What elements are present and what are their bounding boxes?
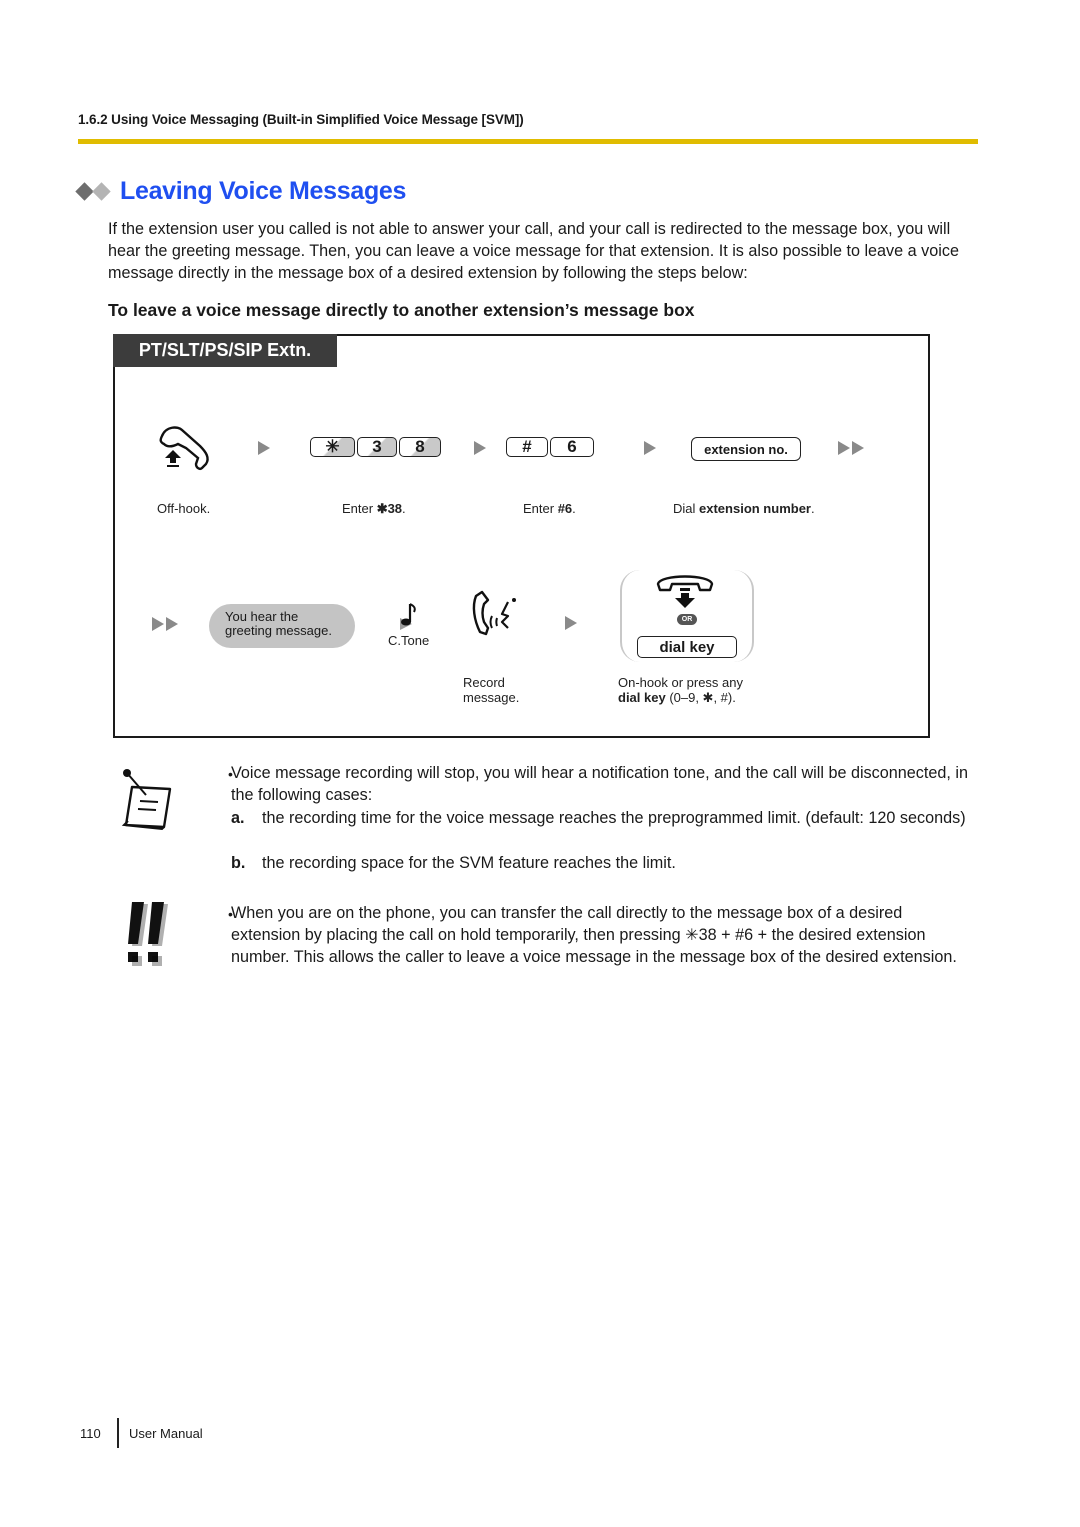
note1-item-b: b. the recording space for the SVM featu… [231,852,971,874]
footer-label: User Manual [129,1426,203,1441]
memo-note-icon [121,769,172,831]
caption-bold: ✱38 [376,501,403,516]
page-number: 110 [80,1426,101,1441]
key-sequence-star38: ✳ 3 8 [310,437,441,457]
caption-record-message: Record message. [463,675,519,705]
procedure-box [113,334,930,738]
caption-bold: #6 [557,501,573,516]
bubble-line: greeting message. [225,623,332,638]
item-marker: a. [231,809,245,827]
caption-line: message. [463,690,520,705]
caption-dial-extension: Dial extension number. [673,501,815,516]
key-8: 8 [399,437,441,457]
next-arrow-icon [474,441,486,455]
key-star: ✳ [310,437,355,457]
caption-line: dial key (0–9, ✱, #). [618,690,743,705]
caption-text: . [572,501,576,516]
key-hash: # [506,437,548,457]
section-title-row: Leaving Voice Messages [75,177,407,206]
section-title: Leaving Voice Messages [120,177,407,205]
caption-bold: dial key [618,690,666,705]
caption-line: On-hook or press any [618,675,744,690]
item-marker: b. [231,854,246,872]
continue-arrow-icon [838,441,864,455]
on-hook-handset-icon [656,575,714,608]
caption-bold: extension number [699,501,811,516]
footer-divider [117,1418,119,1448]
subheading: To leave a voice message directly to ano… [108,300,695,320]
talking-handset-icon [472,590,516,636]
bubble-line: You hear the [225,609,299,624]
procedure-tab: PT/SLT/PS/SIP Extn. [113,334,337,367]
caption-text: Enter [342,501,377,516]
intro-paragraph: If the extension user you called is not … [108,220,959,282]
key-6: 6 [550,437,594,457]
diamonds-icon [75,182,112,201]
caption-line: Record [463,675,505,690]
off-hook-handset-icon [159,426,209,470]
key-sequence-hash6: # 6 [506,437,594,457]
next-arrow-icon [565,616,577,630]
running-head: 1.6.2 Using Voice Messaging (Built-in Si… [78,112,524,127]
next-arrow-icon [258,441,270,455]
greeting-bubble: You hear the greeting message. [209,604,355,648]
caption-text: (0–9, ✱, #). [665,690,736,705]
key-3: 3 [357,437,397,457]
caption-text: Dial [673,501,700,516]
confirmation-tone-icon [400,603,416,630]
item-text: the recording space for the SVM feature … [262,854,676,872]
item-text: the recording time for the voice message… [262,809,966,827]
caption-text: Enter [523,501,558,516]
caption-ctone: C.Tone [388,633,430,648]
or-badge: OR [677,614,697,625]
important-exclamation-icon [128,902,168,966]
caption-on-hook-or-dial: On-hook or press any dial key (0–9, ✱, #… [618,675,743,705]
caption-off-hook: Off-hook. [157,501,211,516]
dial-key: dial key [637,636,737,658]
extension-number-key: extension no. [691,437,801,461]
continue-arrow-icon [152,617,178,631]
caption-text: . [402,501,406,516]
caption-enter-hash6: Enter #6. [523,501,576,516]
header-rule [78,139,978,144]
note1-item-a: a. the recording time for the voice mess… [231,807,971,829]
caption-text: . [810,501,815,516]
caption-enter-star38: Enter ✱38. [342,501,406,517]
note2-text: When you are on the phone, you can trans… [231,904,957,966]
note1-text: Voice message recording will stop, you w… [231,764,968,804]
next-arrow-icon [644,441,656,455]
